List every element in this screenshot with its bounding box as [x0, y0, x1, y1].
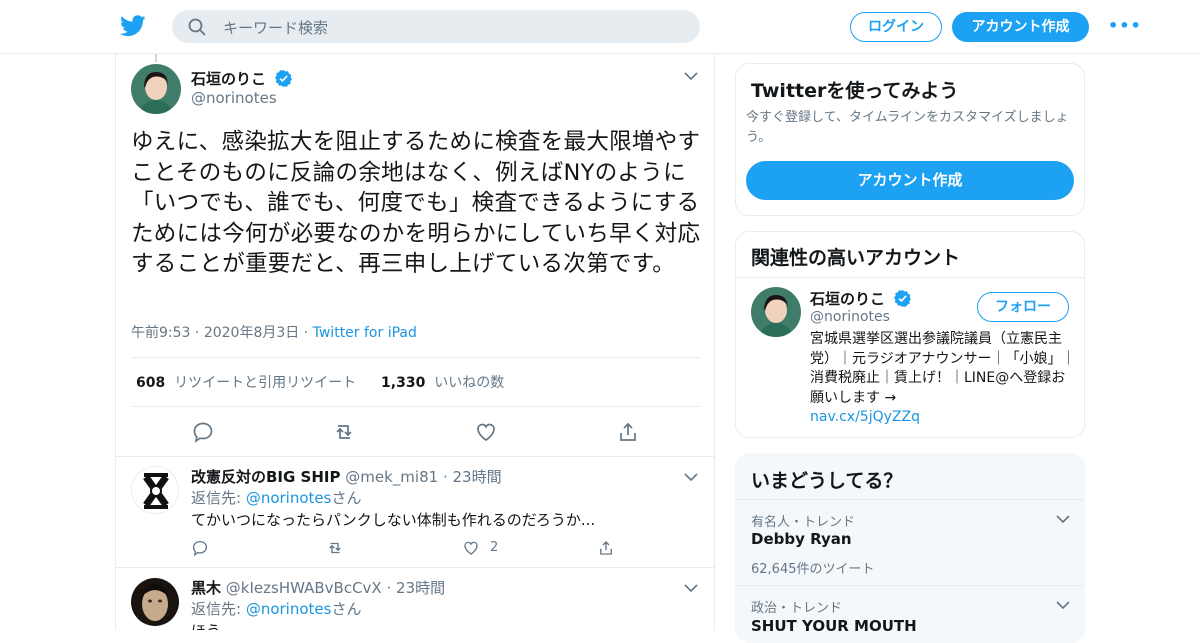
- verified-badge-icon: [894, 290, 912, 307]
- top-bar: キーワード検索 ログイン アカウント作成 •••: [0, 0, 1200, 54]
- related-card-title: 関連性の高いアカウント: [751, 247, 961, 269]
- reply-like-count: 2: [490, 540, 499, 555]
- related-account-avatar[interactable]: [751, 287, 801, 337]
- divider: [116, 456, 714, 457]
- search-icon: [188, 18, 206, 36]
- related-account-handle[interactable]: @norinotes: [810, 309, 890, 325]
- reply-to-line: 返信先: @norinotesさん: [191, 598, 361, 619]
- signup-card-button[interactable]: アカウント作成: [746, 161, 1074, 200]
- reply-avatar[interactable]: [131, 578, 179, 626]
- reply-to-prefix: 返信先:: [191, 489, 246, 507]
- search-box[interactable]: キーワード検索: [172, 10, 700, 43]
- reply-to-prefix: 返信先:: [191, 600, 246, 618]
- tweet-time[interactable]: 午前9:53: [131, 325, 190, 341]
- reply-header: 改憲反対のBIG SHIP @mek_mi81 · 23時間: [191, 466, 502, 487]
- main-column: 石垣のりこ @norinotes ゆえに、感染拡大を阻止するために検査を最大限増…: [115, 54, 715, 630]
- signup-card-description: 今すぐ登録して、タイムラインをカスタマイズしましょう。: [746, 110, 1069, 145]
- reply-icon[interactable]: [191, 420, 215, 444]
- meta-dot: ·: [386, 579, 397, 597]
- meta-dot: ·: [194, 325, 204, 341]
- share-icon[interactable]: [616, 420, 640, 444]
- more-options-icon[interactable]: •••: [1108, 18, 1141, 34]
- reply-icon[interactable]: [191, 539, 209, 557]
- trend-meta: 政治・トレンド: [751, 601, 843, 616]
- tweet-text: ゆえに、感染拡大を阻止するために検査を最大限増やすことそのものに反論の余地はなく…: [131, 129, 701, 277]
- reply-to-suffix: さん: [331, 489, 362, 507]
- retweet-count: 608: [136, 375, 166, 391]
- trend-tweet-count: 62,645件のツイート: [751, 562, 875, 577]
- chevron-down-icon[interactable]: [684, 472, 698, 482]
- trend-meta: 有名人・トレンド: [751, 515, 856, 530]
- tweet-stats: 608 リツイートと引用リツイート 1,330 いいねの数: [136, 372, 504, 392]
- verified-badge-icon: [275, 70, 293, 87]
- divider: [736, 277, 1084, 278]
- meta-dot: ·: [303, 325, 313, 341]
- reply-to-suffix: さん: [331, 600, 362, 618]
- author-handle[interactable]: @norinotes: [191, 89, 277, 107]
- thread-connector: [155, 54, 157, 62]
- related-account-name-row[interactable]: 石垣のりこ: [810, 288, 912, 309]
- share-icon[interactable]: [597, 539, 615, 557]
- related-account-name[interactable]: 石垣のりこ: [810, 290, 885, 308]
- divider: [736, 585, 1084, 586]
- trend-name[interactable]: Debby Ryan: [751, 530, 852, 548]
- author-name[interactable]: 石垣のりこ: [191, 70, 266, 88]
- divider: [131, 406, 701, 407]
- reply-to-line: 返信先: @norinotesさん: [191, 487, 361, 508]
- like-label: いいねの数: [434, 375, 505, 391]
- reply-author-name[interactable]: 黒木: [191, 579, 221, 597]
- retweet-stat[interactable]: 608 リツイートと引用リツイート: [136, 375, 356, 391]
- follow-button[interactable]: フォロー: [977, 292, 1069, 322]
- divider: [116, 567, 714, 568]
- twitter-bird-icon[interactable]: [120, 14, 146, 38]
- retweet-label: リツイートと引用リツイート: [174, 375, 357, 391]
- like-heart-icon[interactable]: [462, 539, 480, 557]
- tweet-source-link[interactable]: Twitter for iPad: [313, 325, 417, 341]
- like-stat[interactable]: 1,330 いいねの数: [381, 375, 504, 391]
- trend-name[interactable]: SHUT YOUR MOUTH: [751, 617, 917, 635]
- chevron-down-icon[interactable]: [684, 71, 698, 81]
- reply-text: てかいつになったらパンクしない体制も作れるのだろうか...: [191, 511, 596, 529]
- related-accounts-card: 関連性の高いアカウント 石垣のりこ @norinotes フォロー 宮城県選挙区…: [735, 231, 1085, 438]
- signup-button[interactable]: アカウント作成: [952, 12, 1089, 42]
- reply-time[interactable]: 23時間: [396, 579, 445, 597]
- divider: [131, 357, 701, 358]
- chevron-down-icon[interactable]: [684, 583, 698, 593]
- reply-to-handle-link[interactable]: @norinotes: [246, 600, 332, 618]
- reply-time[interactable]: 23時間: [453, 468, 502, 486]
- reply-header: 黒木 @kIezsHWABvBcCvX · 23時間: [191, 577, 445, 598]
- related-account-bio: 宮城県選挙区選出参議院議員（立憲民主党）｜元ラジオアナウンサー｜「小娘」｜消費税…: [810, 330, 1078, 428]
- reply-avatar[interactable]: [131, 466, 179, 514]
- bio-link[interactable]: nav.cx/5jQyZZq: [810, 409, 920, 425]
- reply-author-handle[interactable]: @kIezsHWABvBcCvX: [226, 579, 382, 597]
- tweet-meta: 午前9:53 · 2020年8月3日 · Twitter for iPad: [131, 322, 417, 342]
- bio-text: 宮城県選挙区選出参議院議員（立憲民主党）｜元ラジオアナウンサー｜「小娘」｜消費税…: [810, 331, 1076, 406]
- trends-card: いまどうしてる？ 有名人・トレンド Debby Ryan 62,645件のツイー…: [735, 453, 1085, 643]
- author-name-row[interactable]: 石垣のりこ: [191, 68, 293, 89]
- retweet-icon[interactable]: [332, 420, 356, 444]
- retweet-icon[interactable]: [326, 539, 344, 557]
- trends-title: いまどうしてる？: [751, 470, 903, 492]
- meta-dot: ·: [442, 468, 453, 486]
- chevron-down-icon[interactable]: [1056, 600, 1070, 610]
- author-avatar[interactable]: [131, 64, 181, 114]
- search-placeholder: キーワード検索: [223, 19, 329, 37]
- reply-author-name[interactable]: 改憲反対のBIG SHIP: [191, 468, 340, 486]
- reply-to-handle-link[interactable]: @norinotes: [246, 489, 332, 507]
- like-count: 1,330: [381, 375, 426, 391]
- reply-author-handle[interactable]: @mek_mi81: [345, 468, 438, 486]
- like-heart-icon[interactable]: [474, 420, 498, 444]
- tweet-date[interactable]: 2020年8月3日: [204, 325, 299, 341]
- signup-card-title: Twitterを使ってみよう: [751, 80, 959, 102]
- login-button[interactable]: ログイン: [850, 12, 942, 42]
- reply-text: ほう: [191, 620, 221, 630]
- chevron-down-icon[interactable]: [1056, 514, 1070, 524]
- signup-card: Twitterを使ってみよう 今すぐ登録して、タイムラインをカスタマイズしましょ…: [735, 63, 1085, 216]
- divider: [736, 499, 1084, 500]
